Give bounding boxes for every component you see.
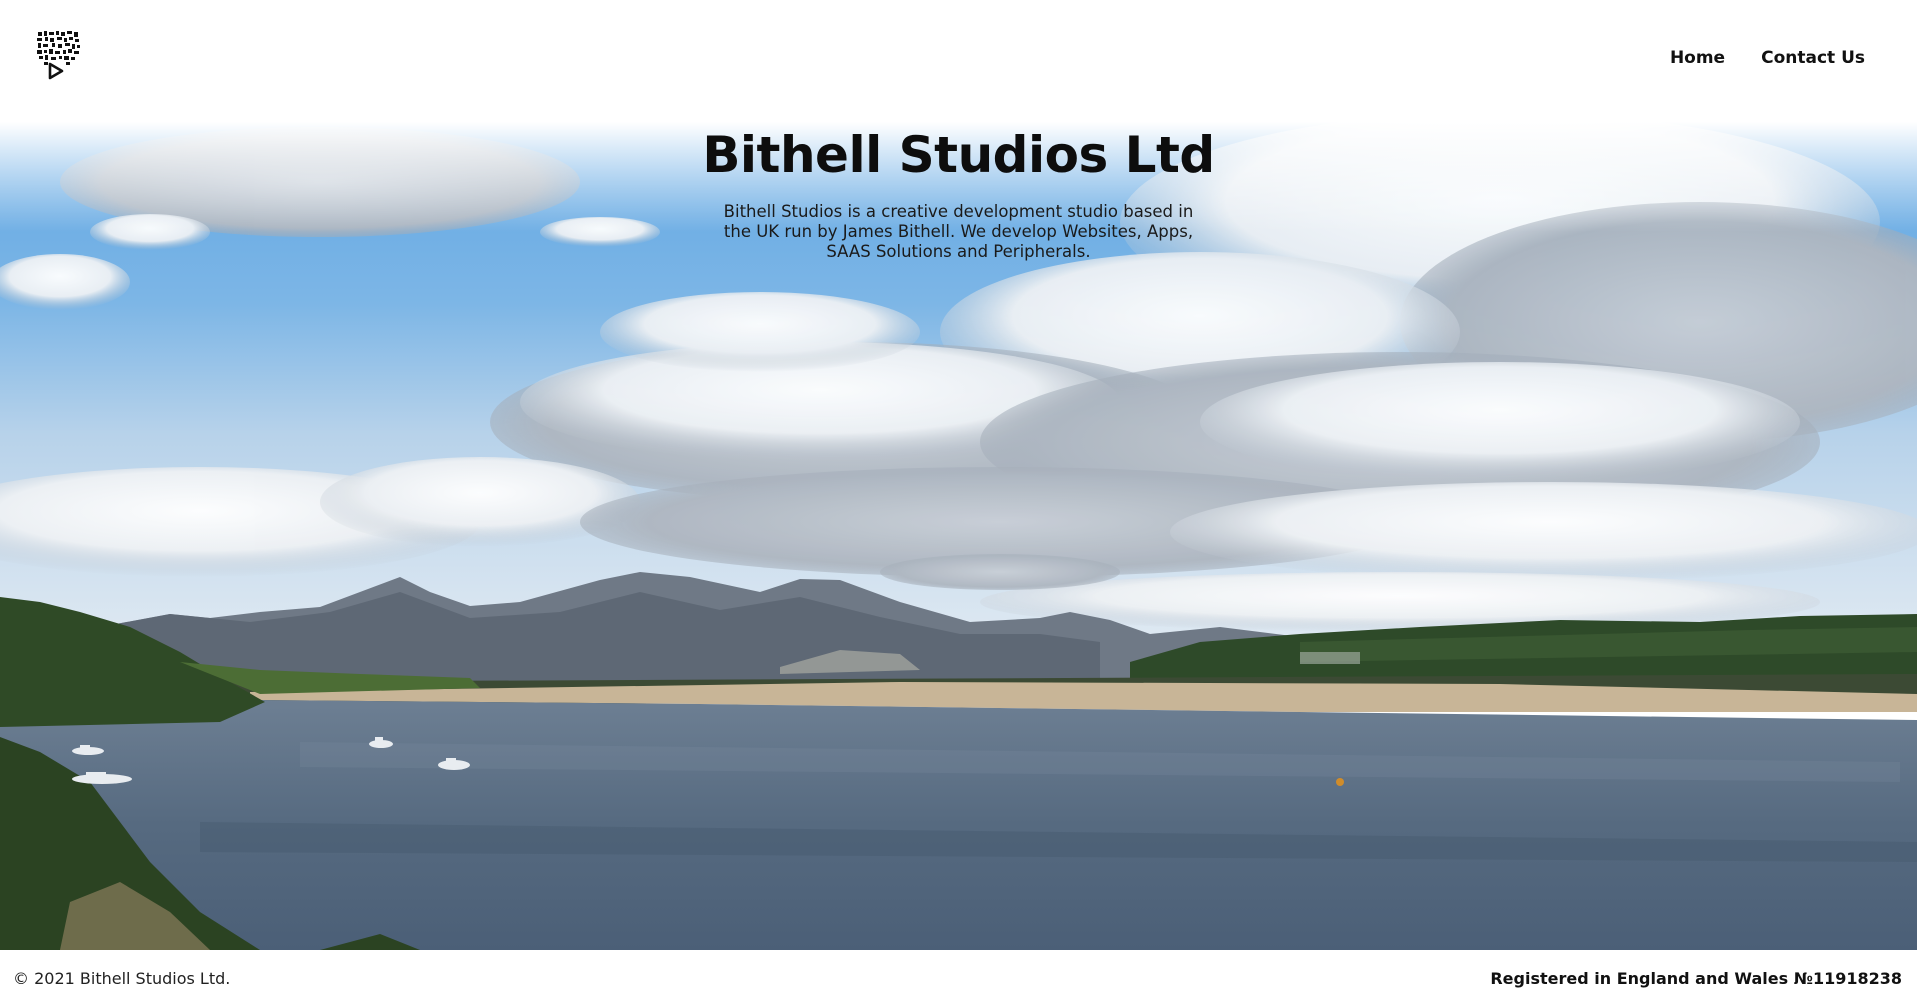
hero-title: Bithell Studios Ltd [702,126,1215,184]
nav-home-link[interactable]: Home [1670,48,1725,68]
hero-description: Bithell Studios is a creative developmen… [723,202,1194,261]
site-footer: © 2021 Bithell Studios Ltd. Registered i… [0,950,1917,1008]
main-nav: Home Contact Us [1670,48,1865,68]
nav-contact-link[interactable]: Contact Us [1761,48,1865,68]
copyright-text: © 2021 Bithell Studios Ltd. [13,969,231,988]
hero-content: Bithell Studios Ltd Bithell Studios is a… [0,122,1917,262]
site-header: Home Contact Us [0,0,1917,122]
logo-icon[interactable] [36,30,82,80]
company-registration-text: Registered in England and Wales №1191823… [1490,969,1902,988]
